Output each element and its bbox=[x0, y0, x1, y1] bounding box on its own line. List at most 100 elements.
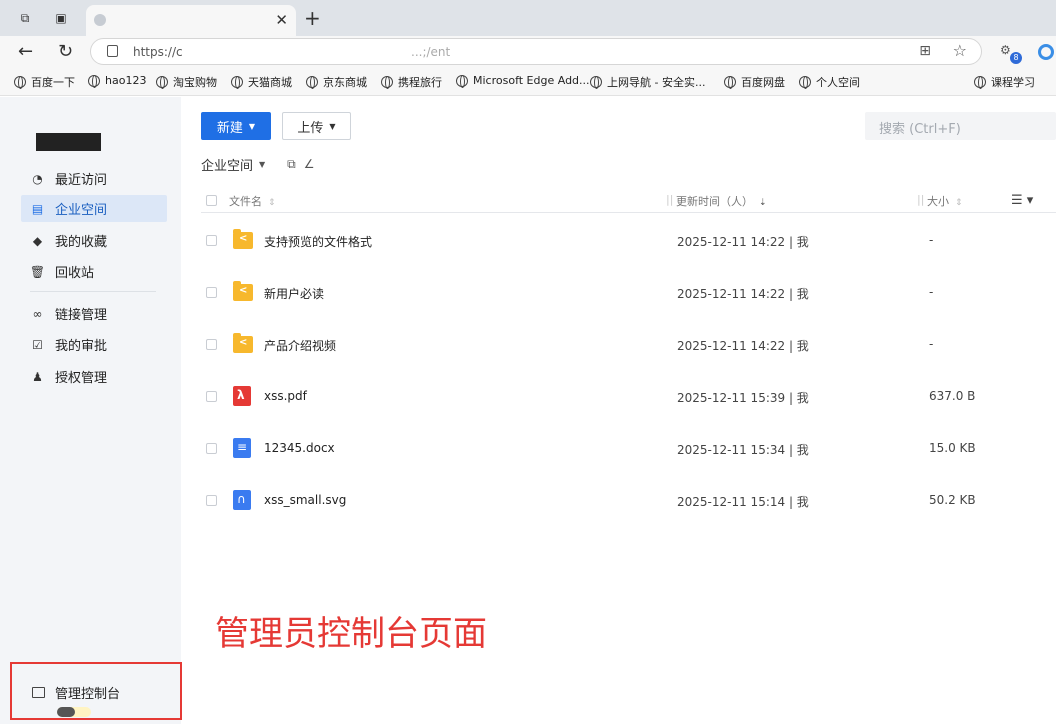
new-tab-button[interactable]: + bbox=[304, 6, 321, 30]
table-row[interactable]: 支持预览的文件格式 2025-12-11 14:22 | 我 - bbox=[201, 214, 1056, 266]
globe-icon bbox=[306, 76, 318, 88]
tab-close-icon[interactable]: ✕ bbox=[275, 11, 288, 29]
reader-mode-icon[interactable]: ⊞ bbox=[919, 43, 931, 59]
file-name[interactable]: 新用户必读 bbox=[264, 285, 324, 302]
globe-icon bbox=[231, 76, 243, 88]
globe-icon bbox=[14, 76, 26, 88]
bookmark-item[interactable]: 课程学习 bbox=[974, 74, 1035, 90]
table-row[interactable]: xss_small.svg 2025-12-11 15:14 | 我 50.2 … bbox=[201, 474, 1056, 526]
table-row[interactable]: 12345.docx 2025-12-11 15:34 | 我 15.0 KB bbox=[201, 422, 1056, 474]
favorite-star-icon[interactable]: ☆ bbox=[953, 41, 967, 60]
file-name[interactable]: xss_small.svg bbox=[264, 493, 346, 507]
sidebar-item-authorization[interactable]: ♟ 授权管理 bbox=[21, 363, 167, 390]
word-document-icon bbox=[233, 438, 251, 458]
table-row[interactable]: 产品介绍视频 2025-12-11 14:22 | 我 - bbox=[201, 318, 1056, 370]
search-input[interactable]: 搜索 (Ctrl+F) bbox=[865, 112, 1056, 140]
file-size: 50.2 KB bbox=[929, 493, 976, 507]
globe-icon bbox=[381, 76, 393, 88]
globe-icon bbox=[974, 76, 986, 88]
bookmark-item[interactable]: 淘宝购物 bbox=[156, 74, 217, 90]
file-name[interactable]: 产品介绍视频 bbox=[264, 337, 336, 354]
shared-folder-icon bbox=[233, 284, 253, 301]
shared-folder-icon bbox=[233, 336, 253, 353]
profile-circle-icon[interactable] bbox=[1038, 44, 1054, 60]
clock-icon: ◔ bbox=[31, 172, 44, 185]
upload-button[interactable]: 上传 ▼ bbox=[282, 112, 351, 140]
file-time: 2025-12-11 14:22 | 我 bbox=[677, 233, 809, 250]
admin-console-link[interactable]: 管理控制台 bbox=[32, 683, 120, 702]
globe-icon bbox=[590, 76, 602, 88]
globe-icon bbox=[156, 76, 168, 88]
new-button[interactable]: 新建 ▼ bbox=[201, 112, 271, 140]
table-row[interactable]: xss.pdf 2025-12-11 15:39 | 我 637.0 B bbox=[201, 370, 1056, 422]
bookmark-item[interactable]: 携程旅行 bbox=[381, 74, 442, 90]
row-checkbox[interactable] bbox=[206, 495, 217, 506]
url-text: https://c bbox=[133, 45, 183, 59]
row-checkbox[interactable] bbox=[206, 235, 217, 246]
bookmarks-bar: 百度一下 hao123 淘宝购物 天猫商城 京东商城 携程旅行 Microsof… bbox=[0, 68, 1056, 96]
sidebar: ◔ 最近访问 ▤ 企业空间 ◆ 我的收藏 🗑 回收站 ∞ 链接管理 ☑ 我的审批 ♟ 授权管理… bbox=[0, 97, 181, 724]
breadcrumb[interactable]: 企业空间 ▼ ⧉∠ bbox=[201, 155, 323, 174]
back-arrow-icon[interactable]: ← bbox=[18, 41, 33, 62]
caret-down-icon: ▼ bbox=[329, 122, 335, 131]
file-name[interactable]: xss.pdf bbox=[264, 389, 307, 403]
sidebar-collapse-toggle[interactable] bbox=[57, 707, 91, 717]
copy-edit-icons[interactable]: ⧉∠ bbox=[287, 157, 322, 172]
file-time: 2025-12-11 15:39 | 我 bbox=[677, 389, 809, 406]
bookmark-item[interactable]: 京东商城 bbox=[306, 74, 367, 90]
row-checkbox[interactable] bbox=[206, 443, 217, 454]
logo bbox=[36, 133, 101, 151]
extension-icon[interactable]: ⚙ 8 bbox=[1000, 43, 1018, 61]
file-time: 2025-12-11 14:22 | 我 bbox=[677, 285, 809, 302]
row-checkbox[interactable] bbox=[206, 391, 217, 402]
file-name[interactable]: 12345.docx bbox=[264, 441, 335, 455]
column-size-header[interactable]: 大小 ⇕ bbox=[927, 193, 963, 209]
building-icon: ▤ bbox=[31, 202, 44, 215]
sidebar-item-approvals[interactable]: ☑ 我的审批 bbox=[21, 331, 167, 358]
row-checkbox[interactable] bbox=[206, 287, 217, 298]
column-time-header[interactable]: 更新时间（人） ⇣ bbox=[676, 193, 767, 209]
file-size: 15.0 KB bbox=[929, 441, 976, 455]
sidebar-item-favorites[interactable]: ◆ 我的收藏 bbox=[21, 227, 167, 254]
bookmark-item[interactable]: Microsoft Edge Add... bbox=[456, 74, 590, 87]
sidebar-item-recent[interactable]: ◔ 最近访问 bbox=[21, 165, 167, 192]
sidebar-item-enterprise-space[interactable]: ▤ 企业空间 bbox=[21, 195, 167, 222]
row-checkbox[interactable] bbox=[206, 339, 217, 350]
bookmark-item[interactable]: 个人空间 bbox=[799, 74, 860, 90]
bookmark-item[interactable]: 天猫商城 bbox=[231, 74, 292, 90]
bookmark-item[interactable]: 百度网盘 bbox=[724, 74, 785, 90]
sort-icon: ⇕ bbox=[955, 198, 963, 208]
bookmark-item[interactable]: 上网导航 - 安全实... bbox=[590, 74, 705, 90]
refresh-icon[interactable]: ↻ bbox=[58, 41, 73, 62]
box-icon: ◆ bbox=[31, 234, 44, 247]
globe-icon bbox=[799, 76, 811, 88]
bookmark-item[interactable]: hao123 bbox=[88, 74, 146, 87]
sort-icon: ⇣ bbox=[759, 198, 767, 208]
url-tail: ...;/ent bbox=[411, 45, 450, 59]
annotation-label: 管理员控制台页面 bbox=[215, 606, 487, 655]
globe-icon bbox=[88, 75, 100, 87]
file-size: - bbox=[929, 233, 933, 247]
file-name[interactable]: 支持预览的文件格式 bbox=[264, 233, 372, 250]
url-field[interactable]: https://c ...;/ent ⊞ ☆ bbox=[90, 38, 982, 65]
file-time: 2025-12-11 14:22 | 我 bbox=[677, 337, 809, 354]
bookmark-item[interactable]: 百度一下 bbox=[14, 74, 75, 90]
workspaces-icon[interactable]: ⧉ bbox=[16, 9, 34, 27]
select-all-checkbox[interactable] bbox=[206, 195, 217, 206]
view-mode-icon[interactable]: ☰ ▾ bbox=[1011, 193, 1033, 208]
table-row[interactable]: 新用户必读 2025-12-11 14:22 | 我 - bbox=[201, 266, 1056, 318]
shared-folder-icon bbox=[233, 232, 253, 249]
browser-tab[interactable]:  ✕ bbox=[86, 5, 296, 36]
tab-actions-icon[interactable]: ▣ bbox=[52, 9, 70, 27]
caret-down-icon: ▼ bbox=[259, 160, 265, 169]
link-icon: ∞ bbox=[31, 307, 44, 320]
file-size: - bbox=[929, 285, 933, 299]
file-size: 637.0 B bbox=[929, 389, 975, 403]
caret-down-icon: ▼ bbox=[249, 122, 255, 131]
image-file-icon bbox=[233, 490, 251, 510]
sidebar-item-recycle-bin[interactable]: 🗑 回收站 bbox=[21, 258, 167, 285]
check-icon: ☑ bbox=[31, 338, 44, 351]
extension-badge: 8 bbox=[1010, 52, 1022, 64]
sidebar-item-link-management[interactable]: ∞ 链接管理 bbox=[21, 300, 167, 327]
column-name-header[interactable]: 文件名 ⇕ bbox=[229, 193, 276, 209]
